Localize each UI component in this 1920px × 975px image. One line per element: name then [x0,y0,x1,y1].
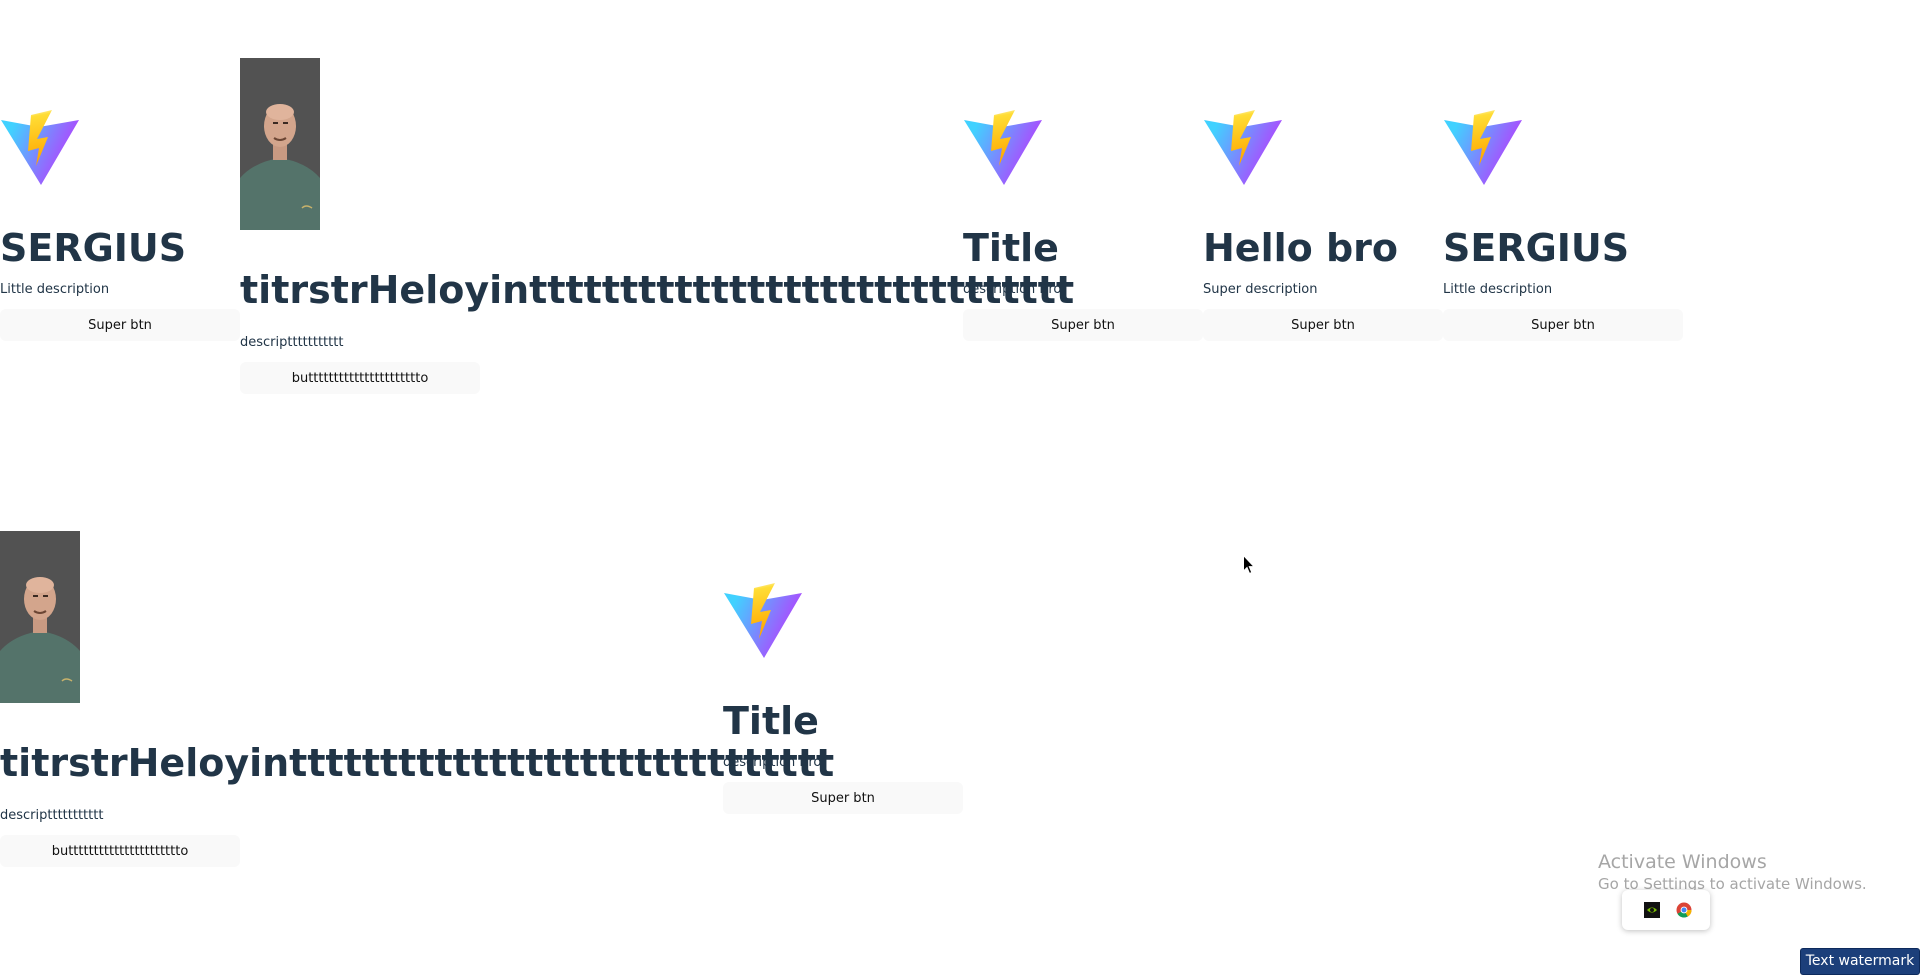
activate-windows-watermark: Activate Windows Go to Settings to activ… [1598,850,1867,894]
mouse-cursor-icon [1243,555,1255,575]
nvidia-icon[interactable] [1644,902,1660,918]
card-description: descripttttttttttt [0,808,104,823]
text-watermark-button[interactable]: Text watermark [1800,948,1920,975]
vite-logo-icon [1443,106,1523,186]
card-button[interactable]: butttttttttttttttttttttto [0,835,240,867]
super-button[interactable]: Super btn [963,309,1203,341]
card-5: SERGIUS Little description Super btn [1443,48,1683,341]
card-title: Hello bro [1203,226,1399,270]
card-title: SERGIUS [0,226,187,270]
super-button[interactable]: Super btn [0,309,240,341]
vite-logo-icon [723,579,803,659]
card-7: Title description Bro Super btn [723,521,963,814]
vite-logo-icon [963,106,1043,186]
vite-logo-icon [0,106,80,186]
card-1: SERGIUS Little description Super btn [0,48,240,341]
card-description: description Bro [963,282,1062,297]
super-button[interactable]: Super btn [723,782,963,814]
card-title: titrstrHeloyintttttttttttttttttttttttttt… [0,741,835,785]
card-description: description Bro [723,755,822,770]
card-title: titrstrHeloyintttttttttttttttttttttttttt… [240,268,1075,312]
card-title: Title [963,226,1059,270]
card-title: SERGIUS [1443,226,1630,270]
card-3: Title description Bro Super btn [963,48,1203,341]
profile-photo [0,531,80,703]
super-button[interactable]: Super btn [1203,309,1443,341]
card-title: Title [723,699,819,743]
card-6: titrstrHeloyintttttttttttttttttttttttttt… [0,531,835,867]
profile-photo [240,58,320,230]
card-button[interactable]: butttttttttttttttttttttto [240,362,480,394]
activate-windows-title: Activate Windows [1598,851,1767,873]
card-description: descripttttttttttt [240,335,344,350]
card-2: titrstrHeloyintttttttttttttttttttttttttt… [240,58,1075,394]
card-description: Little description [0,282,110,297]
chrome-icon[interactable] [1676,902,1692,918]
card-description: Super description [1203,282,1318,297]
super-button[interactable]: Super btn [1443,309,1683,341]
tray-overflow-popup [1622,890,1710,930]
card-4: Hello bro Super description Super btn [1203,48,1443,341]
vite-logo-icon [1203,106,1283,186]
card-description: Little description [1443,282,1553,297]
